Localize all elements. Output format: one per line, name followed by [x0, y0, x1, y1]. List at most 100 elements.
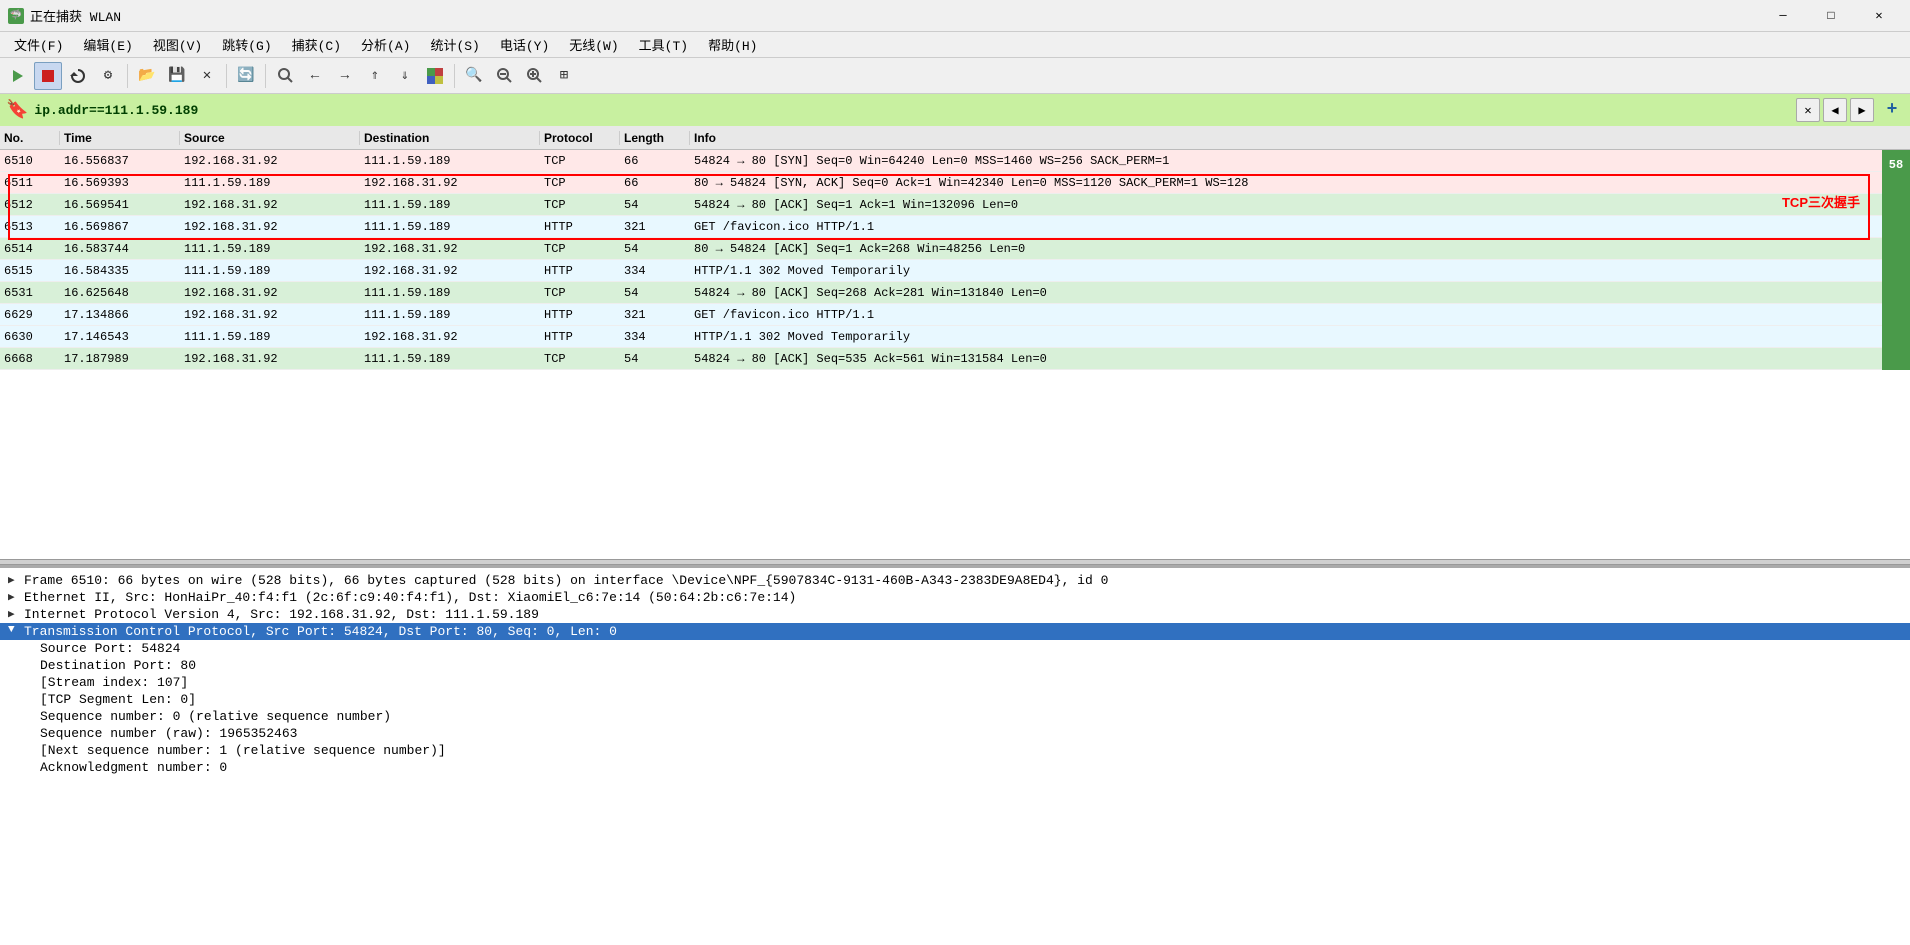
- table-row[interactable]: 6630 17.146543 111.1.59.189 192.168.31.9…: [0, 326, 1910, 348]
- save-file-button[interactable]: 💾: [163, 62, 191, 90]
- minimize-button[interactable]: ─: [1760, 0, 1806, 32]
- go-last-button[interactable]: ⇓: [391, 62, 419, 90]
- colorize-button[interactable]: [421, 62, 449, 90]
- expand-icon: ▼: [8, 624, 24, 636]
- menubar: 文件(F) 编辑(E) 视图(V) 跳转(G) 捕获(C) 分析(A) 统计(S…: [0, 32, 1910, 58]
- filter-buttons: ✕ ◀ ▶: [1796, 98, 1874, 122]
- col-header-length: Length: [620, 131, 690, 145]
- toolbar-sep-1: [127, 64, 128, 88]
- filter-bookmark-icon[interactable]: 🔖: [6, 99, 28, 121]
- toolbar-sep-2: [226, 64, 227, 88]
- col-header-time: Time: [60, 131, 180, 145]
- detail-row-ack-num[interactable]: Acknowledgment number: 0: [0, 759, 1910, 776]
- col-header-destination: Destination: [360, 131, 540, 145]
- detail-row-src-port[interactable]: Source Port: 54824: [0, 640, 1910, 657]
- open-file-button[interactable]: 📂: [133, 62, 161, 90]
- menu-stats[interactable]: 统计(S): [420, 34, 489, 56]
- close-button[interactable]: ✕: [1856, 0, 1902, 32]
- detail-text: Sequence number (raw): 1965352463: [40, 726, 1902, 741]
- menu-edit[interactable]: 编辑(E): [73, 34, 142, 56]
- reload-button[interactable]: 🔄: [232, 62, 260, 90]
- table-row[interactable]: 6513 16.569867 192.168.31.92 111.1.59.18…: [0, 216, 1910, 238]
- detail-row-seq-num[interactable]: Sequence number: 0 (relative sequence nu…: [0, 708, 1910, 725]
- detail-row-ip[interactable]: ▶ Internet Protocol Version 4, Src: 192.…: [0, 606, 1910, 623]
- back-button[interactable]: ←: [301, 62, 329, 90]
- detail-row-next-seq[interactable]: [Next sequence number: 1 (relative seque…: [0, 742, 1910, 759]
- zoom-in-button[interactable]: 🔍: [460, 62, 488, 90]
- find-packet-button[interactable]: [271, 62, 299, 90]
- detail-text: [Next sequence number: 1 (relative seque…: [40, 743, 1902, 758]
- menu-help[interactable]: 帮助(H): [698, 34, 767, 56]
- table-row[interactable]: 6515 16.584335 111.1.59.189 192.168.31.9…: [0, 260, 1910, 282]
- toolbar-sep-3: [265, 64, 266, 88]
- detail-text: [TCP Segment Len: 0]: [40, 692, 1902, 707]
- expand-icon: ▶: [8, 607, 24, 621]
- filter-input[interactable]: ip.addr==111.1.59.189: [34, 98, 1790, 122]
- titlebar: 🦈 正在捕获 WLAN ─ □ ✕: [0, 0, 1910, 32]
- table-row[interactable]: 6510 16.556837 192.168.31.92 111.1.59.18…: [0, 150, 1910, 172]
- table-row[interactable]: 6511 16.569393 111.1.59.189 192.168.31.9…: [0, 172, 1910, 194]
- packet-list-header: No. Time Source Destination Protocol Len…: [0, 126, 1910, 150]
- col-header-no: No.: [0, 131, 60, 145]
- toolbar-sep-4: [454, 64, 455, 88]
- menu-go[interactable]: 跳转(G): [212, 34, 281, 56]
- start-capture-button[interactable]: [4, 62, 32, 90]
- expand-icon: [24, 726, 40, 738]
- go-first-button[interactable]: ⇑: [361, 62, 389, 90]
- toolbar: ⚙ 📂 💾 ✕ 🔄 ← → ⇑ ⇓ 🔍 ⊞: [0, 58, 1910, 94]
- detail-text: Internet Protocol Version 4, Src: 192.16…: [24, 607, 1902, 622]
- table-row[interactable]: 6531 16.625648 192.168.31.92 111.1.59.18…: [0, 282, 1910, 304]
- expand-icon: [24, 658, 40, 670]
- capture-options-button[interactable]: ⚙: [94, 62, 122, 90]
- zoom-out-button[interactable]: [490, 62, 518, 90]
- menu-analyze[interactable]: 分析(A): [351, 34, 420, 56]
- expand-icon: [24, 709, 40, 721]
- menu-file[interactable]: 文件(F): [4, 34, 73, 56]
- table-row[interactable]: 6514 16.583744 111.1.59.189 192.168.31.9…: [0, 238, 1910, 260]
- expand-icon: [24, 675, 40, 687]
- forward-button[interactable]: →: [331, 62, 359, 90]
- packet-list-pane: No. Time Source Destination Protocol Len…: [0, 126, 1910, 559]
- filter-next-button[interactable]: ▶: [1850, 98, 1874, 122]
- table-row[interactable]: 6512 16.569541 192.168.31.92 111.1.59.18…: [0, 194, 1910, 216]
- app-icon: 🦈: [8, 8, 24, 24]
- menu-capture[interactable]: 捕获(C): [282, 34, 351, 56]
- col-header-info: Info: [690, 131, 1910, 145]
- detail-row-frame[interactable]: ▶ Frame 6510: 66 bytes on wire (528 bits…: [0, 572, 1910, 589]
- detail-text: Transmission Control Protocol, Src Port:…: [24, 624, 1902, 639]
- detail-text: [Stream index: 107]: [40, 675, 1902, 690]
- zoom-reset-button[interactable]: [520, 62, 548, 90]
- table-row[interactable]: 6629 17.134866 192.168.31.92 111.1.59.18…: [0, 304, 1910, 326]
- menu-phone[interactable]: 电话(Y): [490, 34, 559, 56]
- menu-tools[interactable]: 工具(T): [629, 34, 698, 56]
- menu-view[interactable]: 视图(V): [143, 34, 212, 56]
- detail-text: Acknowledgment number: 0: [40, 760, 1902, 775]
- stop-capture-button[interactable]: [34, 62, 62, 90]
- main-area: No. Time Source Destination Protocol Len…: [0, 126, 1910, 945]
- restart-capture-button[interactable]: [64, 62, 92, 90]
- detail-row-stream-index[interactable]: [Stream index: 107]: [0, 674, 1910, 691]
- filter-prev-button[interactable]: ◀: [1823, 98, 1847, 122]
- col-header-source: Source: [180, 131, 360, 145]
- detail-row-segment-len[interactable]: [TCP Segment Len: 0]: [0, 691, 1910, 708]
- detail-row-tcp[interactable]: ▼ Transmission Control Protocol, Src Por…: [0, 623, 1910, 640]
- detail-row-ethernet[interactable]: ▶ Ethernet II, Src: HonHaiPr_40:f4:f1 (2…: [0, 589, 1910, 606]
- fit-zoom-button[interactable]: ⊞: [550, 62, 578, 90]
- expand-icon: [24, 743, 40, 755]
- menu-wireless[interactable]: 无线(W): [559, 34, 628, 56]
- filter-clear-button[interactable]: ✕: [1796, 98, 1820, 122]
- packet-detail-pane: ▶ Frame 6510: 66 bytes on wire (528 bits…: [0, 565, 1910, 945]
- col-header-protocol: Protocol: [540, 131, 620, 145]
- close-file-button[interactable]: ✕: [193, 62, 221, 90]
- filter-add-button[interactable]: +: [1880, 98, 1904, 122]
- detail-row-dst-port[interactable]: Destination Port: 80: [0, 657, 1910, 674]
- table-row[interactable]: 6668 17.187989 192.168.31.92 111.1.59.18…: [0, 348, 1910, 370]
- title-area: 🦈 正在捕获 WLAN: [8, 6, 121, 25]
- detail-text: Ethernet II, Src: HonHaiPr_40:f4:f1 (2c:…: [24, 590, 1902, 605]
- maximize-button[interactable]: □: [1808, 0, 1854, 32]
- expand-icon: [24, 692, 40, 704]
- expand-icon: ▶: [8, 590, 24, 604]
- detail-row-seq-raw[interactable]: Sequence number (raw): 1965352463: [0, 725, 1910, 742]
- detail-text: Source Port: 54824: [40, 641, 1902, 656]
- green-side-badge: 58: [1882, 150, 1910, 370]
